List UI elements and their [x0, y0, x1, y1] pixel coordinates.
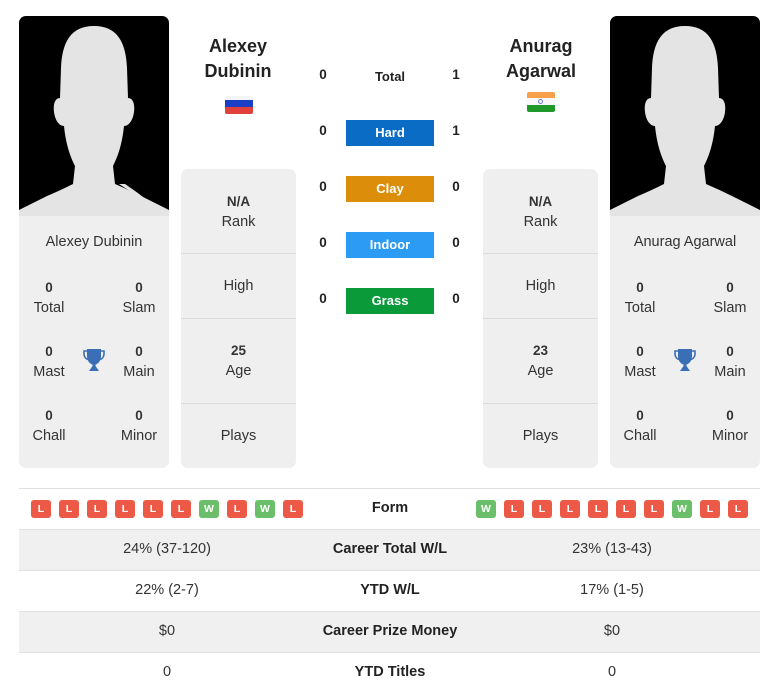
form-badge-win[interactable]: W: [199, 500, 219, 518]
divider: [181, 403, 296, 404]
left-value: 0: [162, 664, 172, 680]
stats-row-ytd-wl: 22% (2-7) YTD W/L 17% (1-5): [19, 571, 760, 612]
left-titles-minor: 0 Minor: [120, 408, 158, 444]
left-player-card: Alexey Dubinin 0 Total 0 Slam 0 Mast 0 M…: [19, 16, 169, 468]
left-player-full-name: Alexey Dubinin: [45, 234, 143, 250]
stats-row-career-total-wl: 24% (37-120) Career Total W/L 23% (13-43…: [19, 530, 760, 571]
left-age: 25 Age: [225, 343, 252, 379]
left-info-column: N/A Rank High 25 Age Plays: [181, 169, 296, 468]
left-rank: N/A Rank: [221, 194, 256, 230]
india-flag-icon: [527, 92, 555, 112]
divider: [483, 253, 598, 254]
h2h-grass-right: 0: [452, 291, 460, 306]
left-player-name[interactable]: Alexey Dubinin: [178, 34, 298, 84]
form-badge-loss[interactable]: L: [227, 500, 247, 518]
stats-row-ytd-titles: 0 YTD Titles 0: [19, 653, 760, 694]
left-value: 22% (2-7): [135, 582, 199, 598]
h2h-total-label: Total: [374, 69, 406, 84]
form-badge-loss[interactable]: L: [700, 500, 720, 518]
right-titles-total: 0 Total: [624, 280, 656, 316]
form-badge-loss[interactable]: L: [560, 500, 580, 518]
form-badge-loss[interactable]: L: [143, 500, 163, 518]
right-value: $0: [603, 623, 621, 639]
right-high: High: [525, 278, 556, 294]
right-player-name[interactable]: Anurag Agarwal: [481, 34, 601, 84]
right-player-photo: [610, 16, 760, 216]
left-titles-chall: 0 Chall: [32, 408, 66, 444]
h2h-clay-left: 0: [319, 179, 327, 194]
h2h-hard-left: 0: [319, 123, 327, 138]
right-player-full-name: Anurag Agarwal: [633, 234, 737, 250]
left-plays: Plays: [220, 428, 257, 444]
trophy-icon: [673, 347, 697, 373]
divider: [181, 318, 296, 319]
h2h-hard-right: 1: [452, 123, 460, 138]
left-titles-mast: 0 Mast: [33, 344, 65, 380]
right-age: 23 Age: [527, 343, 554, 379]
form-badge-win[interactable]: W: [255, 500, 275, 518]
form-badge-loss[interactable]: L: [115, 500, 135, 518]
form-badge-loss[interactable]: L: [31, 500, 51, 518]
left-player-photo: [19, 16, 169, 216]
form-badge-loss[interactable]: L: [644, 500, 664, 518]
form-badge-loss[interactable]: L: [59, 500, 79, 518]
stat-label: Career Prize Money: [322, 623, 458, 639]
form-badge-loss[interactable]: L: [728, 500, 748, 518]
right-value: 0: [607, 664, 617, 680]
player-silhouette-icon: [610, 26, 760, 216]
form-badge-win[interactable]: W: [672, 500, 692, 518]
left-value: $0: [158, 623, 176, 639]
left-value: 24% (37-120): [123, 541, 211, 557]
player-silhouette-icon: [19, 26, 169, 216]
form-badge-win[interactable]: W: [476, 500, 496, 518]
right-info-column: N/A Rank High 23 Age Plays: [483, 169, 598, 468]
form-badge-loss[interactable]: L: [588, 500, 608, 518]
right-titles-main: 0 Main: [714, 344, 746, 380]
right-rank: N/A Rank: [523, 194, 558, 230]
form-badge-loss[interactable]: L: [283, 500, 303, 518]
right-titles-mast: 0 Mast: [624, 344, 656, 380]
stats-row-career-prize-money: $0 Career Prize Money $0: [19, 612, 760, 653]
form-badge-loss[interactable]: L: [504, 500, 524, 518]
divider: [483, 403, 598, 404]
stat-label: YTD Titles: [354, 664, 426, 680]
h2h-total-right: 1: [452, 67, 460, 82]
h2h-total-left: 0: [319, 67, 327, 82]
right-value: 17% (1-5): [580, 582, 644, 598]
form-badge-loss[interactable]: L: [87, 500, 107, 518]
divider: [19, 488, 760, 489]
right-titles-slam: 0 Slam: [713, 280, 747, 316]
stat-label: YTD W/L: [360, 582, 420, 598]
surface-grass-button[interactable]: Grass: [346, 288, 434, 314]
form-badge-loss[interactable]: L: [532, 500, 552, 518]
trophy-icon: [82, 347, 106, 373]
right-player-card: Anurag Agarwal 0 Total 0 Slam 0 Mast 0 M…: [610, 16, 760, 468]
h2h-indoor-right: 0: [452, 235, 460, 250]
surface-indoor-button[interactable]: Indoor: [346, 232, 434, 258]
surface-clay-button[interactable]: Clay: [346, 176, 434, 202]
right-value: 23% (13-43): [572, 541, 652, 557]
left-titles-slam: 0 Slam: [122, 280, 156, 316]
divider: [483, 318, 598, 319]
h2h-indoor-left: 0: [319, 235, 327, 250]
divider: [181, 253, 296, 254]
stat-label: Career Total W/L: [332, 541, 448, 557]
surface-hard-button[interactable]: Hard: [346, 120, 434, 146]
right-plays: Plays: [522, 428, 559, 444]
left-high: High: [223, 278, 254, 294]
russia-flag-icon: [225, 96, 253, 114]
h2h-grass-left: 0: [319, 291, 327, 306]
form-badge-loss[interactable]: L: [616, 500, 636, 518]
right-titles-chall: 0 Chall: [623, 408, 657, 444]
h2h-clay-right: 0: [452, 179, 460, 194]
form-badge-loss[interactable]: L: [171, 500, 191, 518]
left-titles-total: 0 Total: [33, 280, 65, 316]
right-titles-minor: 0 Minor: [711, 408, 749, 444]
form-label: Form: [371, 500, 409, 516]
left-titles-main: 0 Main: [123, 344, 155, 380]
